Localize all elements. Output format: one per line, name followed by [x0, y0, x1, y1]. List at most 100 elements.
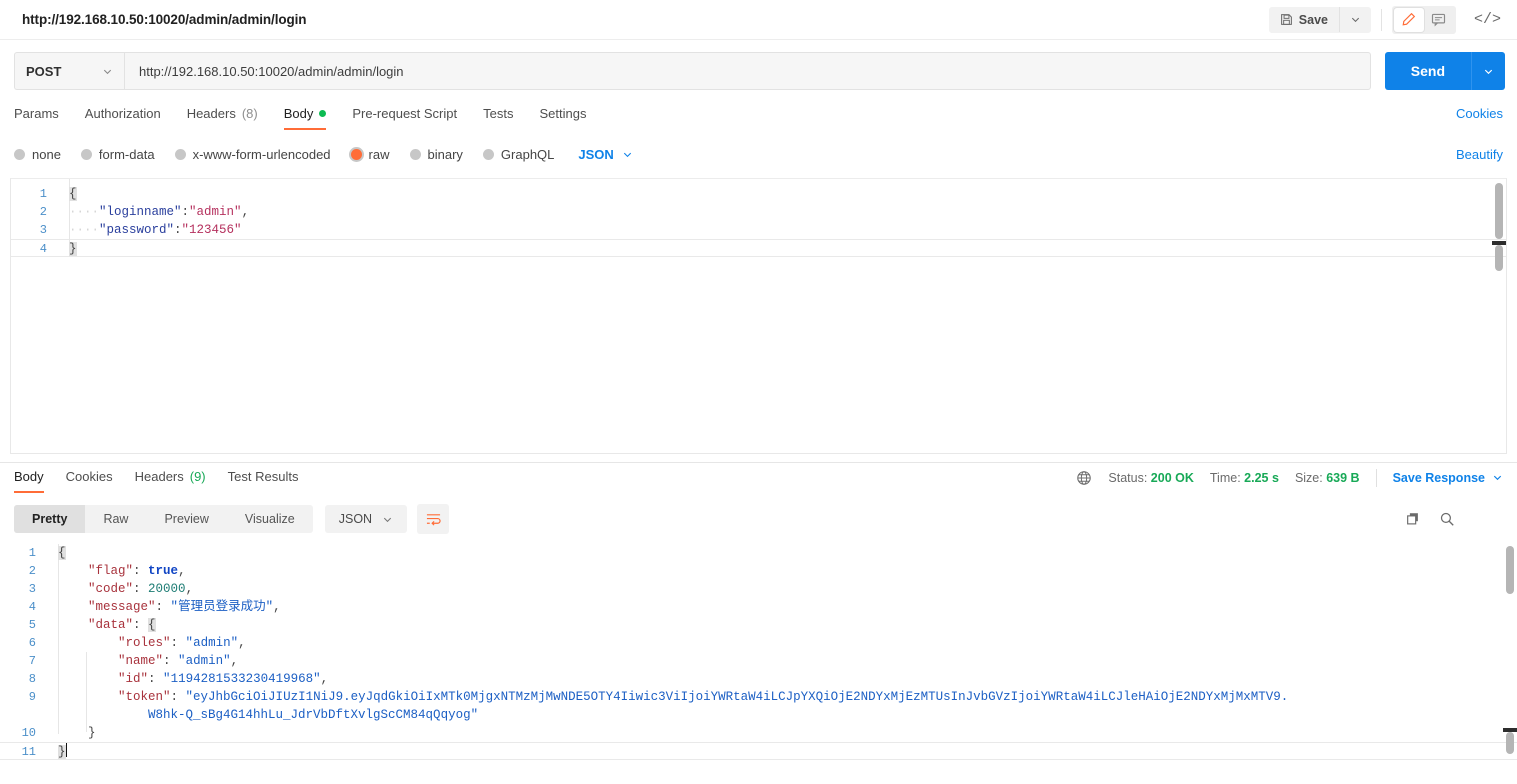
response-tab-cookies[interactable]: Cookies [66, 469, 113, 492]
method-label: POST [26, 63, 62, 79]
tab-params[interactable]: Params [14, 106, 59, 129]
tab-authorization[interactable]: Authorization [85, 106, 161, 129]
line-content: "message": "管理员登录成功", [88, 600, 281, 614]
radio-icon [482, 148, 494, 160]
roles-value: admin [193, 636, 231, 650]
code-line: 7 "name": "admin", [0, 652, 1517, 670]
body-type-binary[interactable]: binary [409, 146, 463, 162]
radio-icon [14, 148, 25, 160]
response-editor-scrollbar[interactable] [1503, 542, 1517, 776]
tab-label: Pre-request Script [352, 105, 458, 121]
line-content: "id": "1194281533230419968", [118, 672, 329, 686]
body-type-label: none [32, 146, 61, 162]
code-line: 6 "roles": "admin", [0, 634, 1517, 652]
response-headers-count: (9) [189, 469, 206, 484]
tab-headers[interactable]: Headers (8) [187, 106, 258, 129]
method-select[interactable]: POST [14, 52, 124, 90]
tab-pre-request-script[interactable]: Pre-request Script [352, 106, 457, 129]
save-dropdown-button[interactable] [1338, 7, 1371, 32]
line-content: "token": "eyJhbGciOiJIUzI1NiJ9.eyJqdGkiO… [118, 690, 1289, 704]
postman-window: http://192.168.10.50:10020/admin/admin/l… [0, 0, 1517, 784]
comment-button[interactable] [1424, 8, 1454, 32]
line-number: 9 [28, 690, 36, 704]
word-wrap-button[interactable] [417, 504, 450, 534]
text-cursor [65, 743, 67, 757]
view-preview[interactable]: Preview [146, 505, 226, 533]
view-raw[interactable]: Raw [85, 505, 146, 533]
view-pretty[interactable]: Pretty [14, 505, 86, 533]
save-button[interactable]: Save [1269, 7, 1339, 33]
line-number: 4 [39, 242, 47, 256]
code-line: 3 ····"password":"123456" [11, 221, 1506, 239]
body-type-label: form-data [98, 146, 155, 162]
code-snippet-icon[interactable]: </> [1474, 11, 1501, 28]
view-visualize[interactable]: Visualize [227, 505, 313, 533]
code-line-wrapped: W8hk-Q_sBg4G14hhLu_JdrVbDftXvlgScCM84qQq… [0, 706, 1517, 724]
id-value: 1194281533230419968 [170, 672, 314, 686]
line-number: 8 [28, 672, 36, 686]
beautify-link[interactable]: Beautify [1456, 147, 1503, 162]
code-line: 9 "token": "eyJhbGciOiJIUzI1NiJ9.eyJqdGk… [0, 688, 1517, 706]
code-value: 20000 [148, 582, 186, 596]
save-response-button[interactable]: Save Response [1393, 471, 1503, 485]
line-number: 6 [28, 636, 36, 650]
request-editor-scrollbar[interactable] [1492, 179, 1506, 453]
code-line: 5 "data": { [0, 616, 1517, 634]
edit-mode-button[interactable] [1393, 7, 1424, 32]
line-number: 7 [28, 654, 36, 668]
chevron-down-icon [102, 66, 113, 77]
line-content: ····"loginname":"admin", [69, 205, 250, 219]
name-value: admin [185, 654, 224, 668]
globe-icon[interactable] [1076, 470, 1092, 486]
title-bar-actions: Save </> [1268, 5, 1507, 34]
send-button[interactable]: Send [1384, 52, 1471, 90]
tab-body[interactable]: Body [283, 106, 327, 130]
request-editor-content: 1 { 2 ····"loginname":"admin", 3 ····"pa… [11, 179, 1506, 257]
body-type-x-www-form-urlencoded[interactable]: x-www-form-urlencoded [174, 147, 331, 162]
line-number: 11 [21, 745, 36, 759]
headers-count: (8) [241, 105, 258, 121]
request-format-select[interactable]: JSON [578, 147, 632, 162]
message-value: 管理员登录成功 [178, 600, 266, 614]
body-type-raw[interactable]: raw [350, 147, 390, 162]
request-tabs: Params Authorization Headers (8) Body Pr… [0, 100, 1517, 134]
cookies-link[interactable]: Cookies [1456, 106, 1503, 129]
response-tab-body[interactable]: Body [14, 469, 44, 493]
line-number: 10 [21, 726, 36, 740]
response-tab-test-results[interactable]: Test Results [228, 469, 299, 492]
send-group: Send [1384, 52, 1505, 90]
request-title: http://192.168.10.50:10020/admin/admin/l… [22, 12, 307, 27]
save-label: Save [1298, 12, 1328, 27]
body-type-label: GraphQL [500, 146, 555, 162]
body-type-none[interactable]: none [14, 147, 61, 162]
url-input[interactable]: http://192.168.10.50:10020/admin/admin/l… [124, 52, 1371, 90]
tab-label: Cookies [65, 469, 113, 484]
save-group: Save [1268, 6, 1371, 33]
search-icon[interactable] [1439, 511, 1455, 527]
line-content: "data": { [88, 618, 156, 632]
response-body-editor[interactable]: 1 { 2 "flag": true, 3 "code": 20000, 4 "… [0, 542, 1517, 776]
chevron-down-icon [1350, 14, 1361, 25]
line-content: "flag": true, [88, 564, 186, 578]
code-line: 4 "message": "管理员登录成功", [0, 598, 1517, 616]
response-format-select[interactable]: JSON [324, 505, 408, 533]
title-bar: http://192.168.10.50:10020/admin/admin/l… [0, 0, 1517, 40]
request-body-editor[interactable]: 1 { 2 ····"loginname":"admin", 3 ····"pa… [10, 178, 1507, 454]
line-number: 5 [28, 618, 36, 632]
code-line: 2 "flag": true, [0, 562, 1517, 580]
response-editor-content: 1 { 2 "flag": true, 3 "code": 20000, 4 "… [0, 542, 1517, 760]
body-type-graphql[interactable]: GraphQL [482, 146, 555, 162]
chevron-down-icon [622, 149, 633, 160]
line-content: { [69, 187, 77, 201]
body-type-form-data[interactable]: form-data [80, 146, 155, 162]
flag-value: true [148, 564, 179, 578]
send-dropdown-button[interactable] [1471, 52, 1505, 90]
tab-label: Tests [483, 105, 514, 121]
line-number: 1 [39, 187, 47, 201]
tab-tests[interactable]: Tests [483, 106, 513, 129]
response-tab-headers[interactable]: Headers (9) [135, 469, 206, 492]
line-number: 2 [28, 564, 36, 578]
tab-settings[interactable]: Settings [539, 106, 586, 129]
copy-icon[interactable] [1405, 511, 1421, 527]
body-type-label: binary [427, 146, 463, 162]
